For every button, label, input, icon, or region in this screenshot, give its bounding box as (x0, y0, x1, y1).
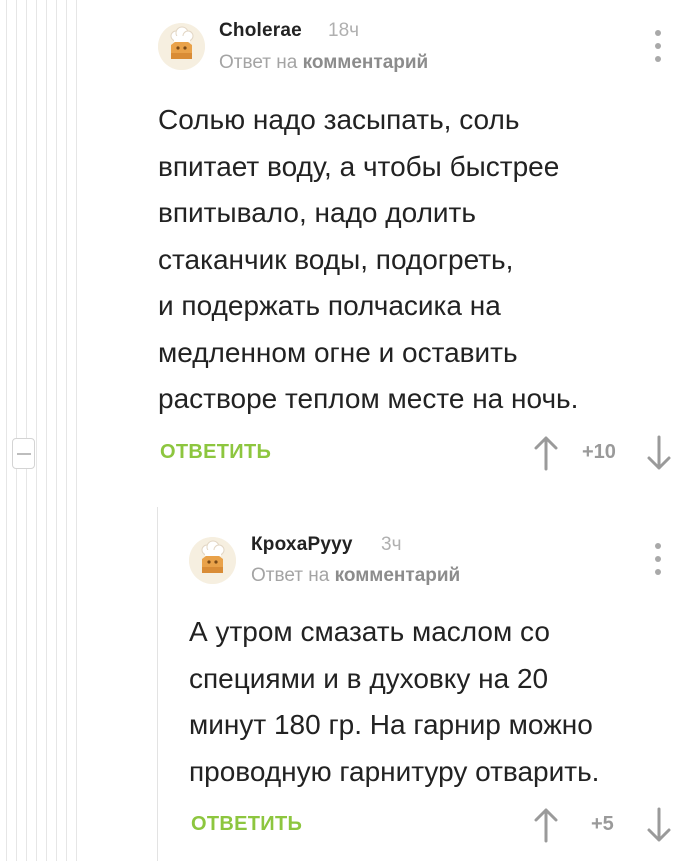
comment-body-line: и подержать полчасика на (158, 290, 501, 321)
comment-time: 3ч (381, 534, 402, 555)
dot (655, 556, 661, 562)
reply-to-line: Ответ на комментарий (251, 565, 460, 587)
reply-button[interactable]: ОТВЕТИТЬ (191, 813, 302, 836)
dot (655, 30, 661, 36)
reply-prefix: Ответ на (219, 52, 298, 73)
thread-line (76, 0, 77, 861)
comment-body-line: впитает воду, а чтобы быстрее (158, 150, 560, 182)
comment-username[interactable]: КрохаРууу (251, 534, 353, 556)
comment-body-line: медленном огне и оставить (158, 336, 518, 368)
dot (655, 543, 661, 549)
reply-button[interactable]: ОТВЕТИТЬ (160, 441, 271, 464)
dot (655, 56, 661, 62)
reply-thread-line (157, 507, 158, 861)
comment-body-line: растворе теплом месте на ночь. (158, 383, 579, 414)
comment-body-line: проводную гарнитуру отварить. (189, 755, 600, 787)
avatar[interactable] (189, 537, 236, 584)
comment-menu-button[interactable] (652, 543, 664, 575)
arrow-up-icon[interactable] (533, 807, 559, 843)
reply-target-link[interactable]: комментарий (335, 565, 461, 586)
comment-menu-button[interactable] (652, 30, 664, 62)
arrow-up-icon[interactable] (533, 435, 559, 471)
thread-line (36, 0, 37, 861)
thread-line (66, 0, 67, 861)
comment-body-line: впитывало, надо долить (158, 197, 476, 228)
comment-body-line: минут 180 гр. На гарнир можно (189, 709, 593, 740)
reply-target-link[interactable]: комментарий (303, 52, 429, 73)
comment-body-line: стаканчик воды, подогреть, (158, 243, 514, 275)
collapse-thread-button[interactable] (12, 438, 35, 469)
reply-to-line: Ответ на комментарий (219, 52, 428, 74)
minus-icon (16, 452, 31, 455)
comment-body: Солью надо засыпать, соль впитает воду, … (158, 97, 578, 423)
comment-time: 18ч (328, 20, 360, 41)
thread-line (16, 0, 17, 861)
comment-body: А утром смазать маслом со специями и в д… (189, 609, 599, 795)
reply-prefix: Ответ на (251, 565, 330, 586)
chef-avatar-icon (158, 23, 205, 70)
rating-count: +10 (582, 441, 616, 463)
thread-line (46, 0, 47, 861)
rating-count: +5 (591, 813, 614, 835)
thread-line (6, 0, 7, 861)
avatar[interactable] (158, 23, 205, 70)
comment-body-line: А утром смазать маслом со (189, 616, 550, 647)
arrow-down-icon[interactable] (646, 435, 672, 471)
thread-line (26, 0, 27, 861)
arrow-down-icon[interactable] (646, 807, 672, 843)
chef-avatar-icon (189, 537, 236, 584)
comment-body-line: Солью надо засыпать, соль (158, 104, 520, 135)
dot (655, 569, 661, 575)
comment-username[interactable]: Cholerae (219, 20, 302, 42)
dot (655, 43, 661, 49)
thread-line (56, 0, 57, 861)
comment-body-line: специями и в духовку на 20 (189, 662, 549, 694)
